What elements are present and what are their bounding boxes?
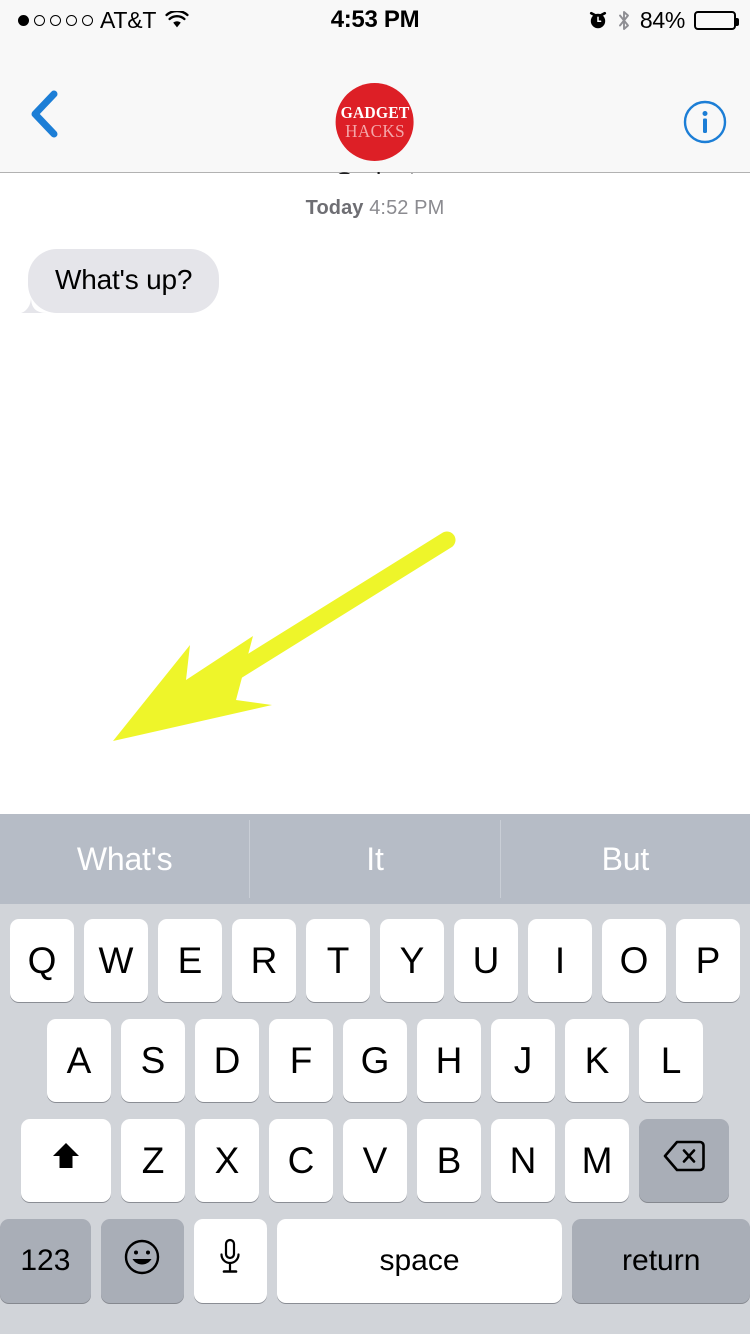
emoji-key[interactable] [100,1219,184,1303]
status-clock: 4:53 PM [330,6,420,33]
bubble-tail [21,287,47,313]
keyboard-row-4: 123 space return [0,1219,750,1303]
battery-icon [694,10,739,30]
avatar[interactable]: GADGET HACKS [336,83,414,161]
backspace-key[interactable] [639,1119,729,1202]
key-q[interactable]: Q [10,919,74,1002]
chevron-left-icon [27,89,61,144]
key-f[interactable]: F [269,1019,333,1102]
message-row: What's up? [0,249,750,313]
key-z[interactable]: Z [121,1119,185,1202]
prediction-1[interactable]: It [250,814,499,904]
key-p[interactable]: P [676,919,740,1002]
key-j[interactable]: J [491,1019,555,1102]
message-input-bar: iMessage [0,731,750,814]
info-button[interactable] [682,99,728,145]
alarm-clock-icon [588,10,608,30]
avatar-bottom-text: HACKS [345,121,405,142]
battery-percent-label: 84% [639,6,685,33]
key-e[interactable]: E [158,919,222,1002]
key-h[interactable]: H [417,1019,481,1102]
key-v[interactable]: V [343,1119,407,1202]
key-t[interactable]: T [306,919,370,1002]
shift-key[interactable] [21,1119,111,1202]
message-text: What's up? [55,264,193,295]
timestamp-time: 4:52 PM [369,197,445,219]
predictive-text-bar: What's It But [0,814,750,904]
key-o[interactable]: O [602,919,666,1002]
microphone-icon [217,1237,243,1286]
status-bar-right: 84% [588,0,739,40]
info-circle-icon [682,100,728,149]
key-n[interactable]: N [491,1119,555,1202]
key-y[interactable]: Y [380,919,444,1002]
keyboard-row-1: QWERTYUIOP [0,919,750,1002]
key-s[interactable]: S [121,1019,185,1102]
conversation-area: Today 4:52 PM What's up? [0,174,750,731]
bluetooth-icon [617,10,631,31]
dictation-key[interactable] [193,1219,267,1303]
smiley-face-icon [122,1237,162,1286]
key-x[interactable]: X [195,1119,259,1202]
key-b[interactable]: B [417,1119,481,1202]
status-bar: AT&T 4:53 PM 84% [0,0,750,40]
avatar-top-text: GADGET [340,103,410,123]
shift-arrow-up-icon [47,1137,85,1184]
navigation-bar: GADGET HACKS Gadget [0,40,750,196]
return-key[interactable]: return [572,1219,750,1303]
conversation-timestamp: Today 4:52 PM [0,197,750,220]
prediction-0[interactable]: What's [0,814,249,904]
keyboard-row-2: ASDFGHJKL [0,1019,750,1102]
back-button[interactable] [16,88,72,144]
key-w[interactable]: W [84,919,148,1002]
space-key[interactable]: space [276,1219,563,1303]
key-u[interactable]: U [454,919,518,1002]
key-i[interactable]: I [528,919,592,1002]
key-k[interactable]: K [565,1019,629,1102]
key-m[interactable]: M [565,1119,629,1202]
backspace-delete-icon [662,1139,706,1182]
key-c[interactable]: C [269,1119,333,1202]
numeric-key[interactable]: 123 [0,1219,91,1303]
timestamp-day: Today [305,197,364,219]
onscreen-keyboard: QWERTYUIOP ASDFGHJKL ZXCVBNM 123 space r… [0,904,750,1334]
message-bubble-incoming[interactable]: What's up? [21,249,220,313]
key-g[interactable]: G [343,1019,407,1102]
prediction-2[interactable]: But [501,814,750,904]
key-l[interactable]: L [639,1019,703,1102]
key-r[interactable]: R [232,919,296,1002]
iphone-screen: AT&T 4:53 PM 84% GADGET HACKS Today 4:52… [0,0,750,1334]
key-a[interactable]: A [47,1019,111,1102]
keyboard-row-3: ZXCVBNM [0,1119,750,1202]
key-d[interactable]: D [195,1019,259,1102]
